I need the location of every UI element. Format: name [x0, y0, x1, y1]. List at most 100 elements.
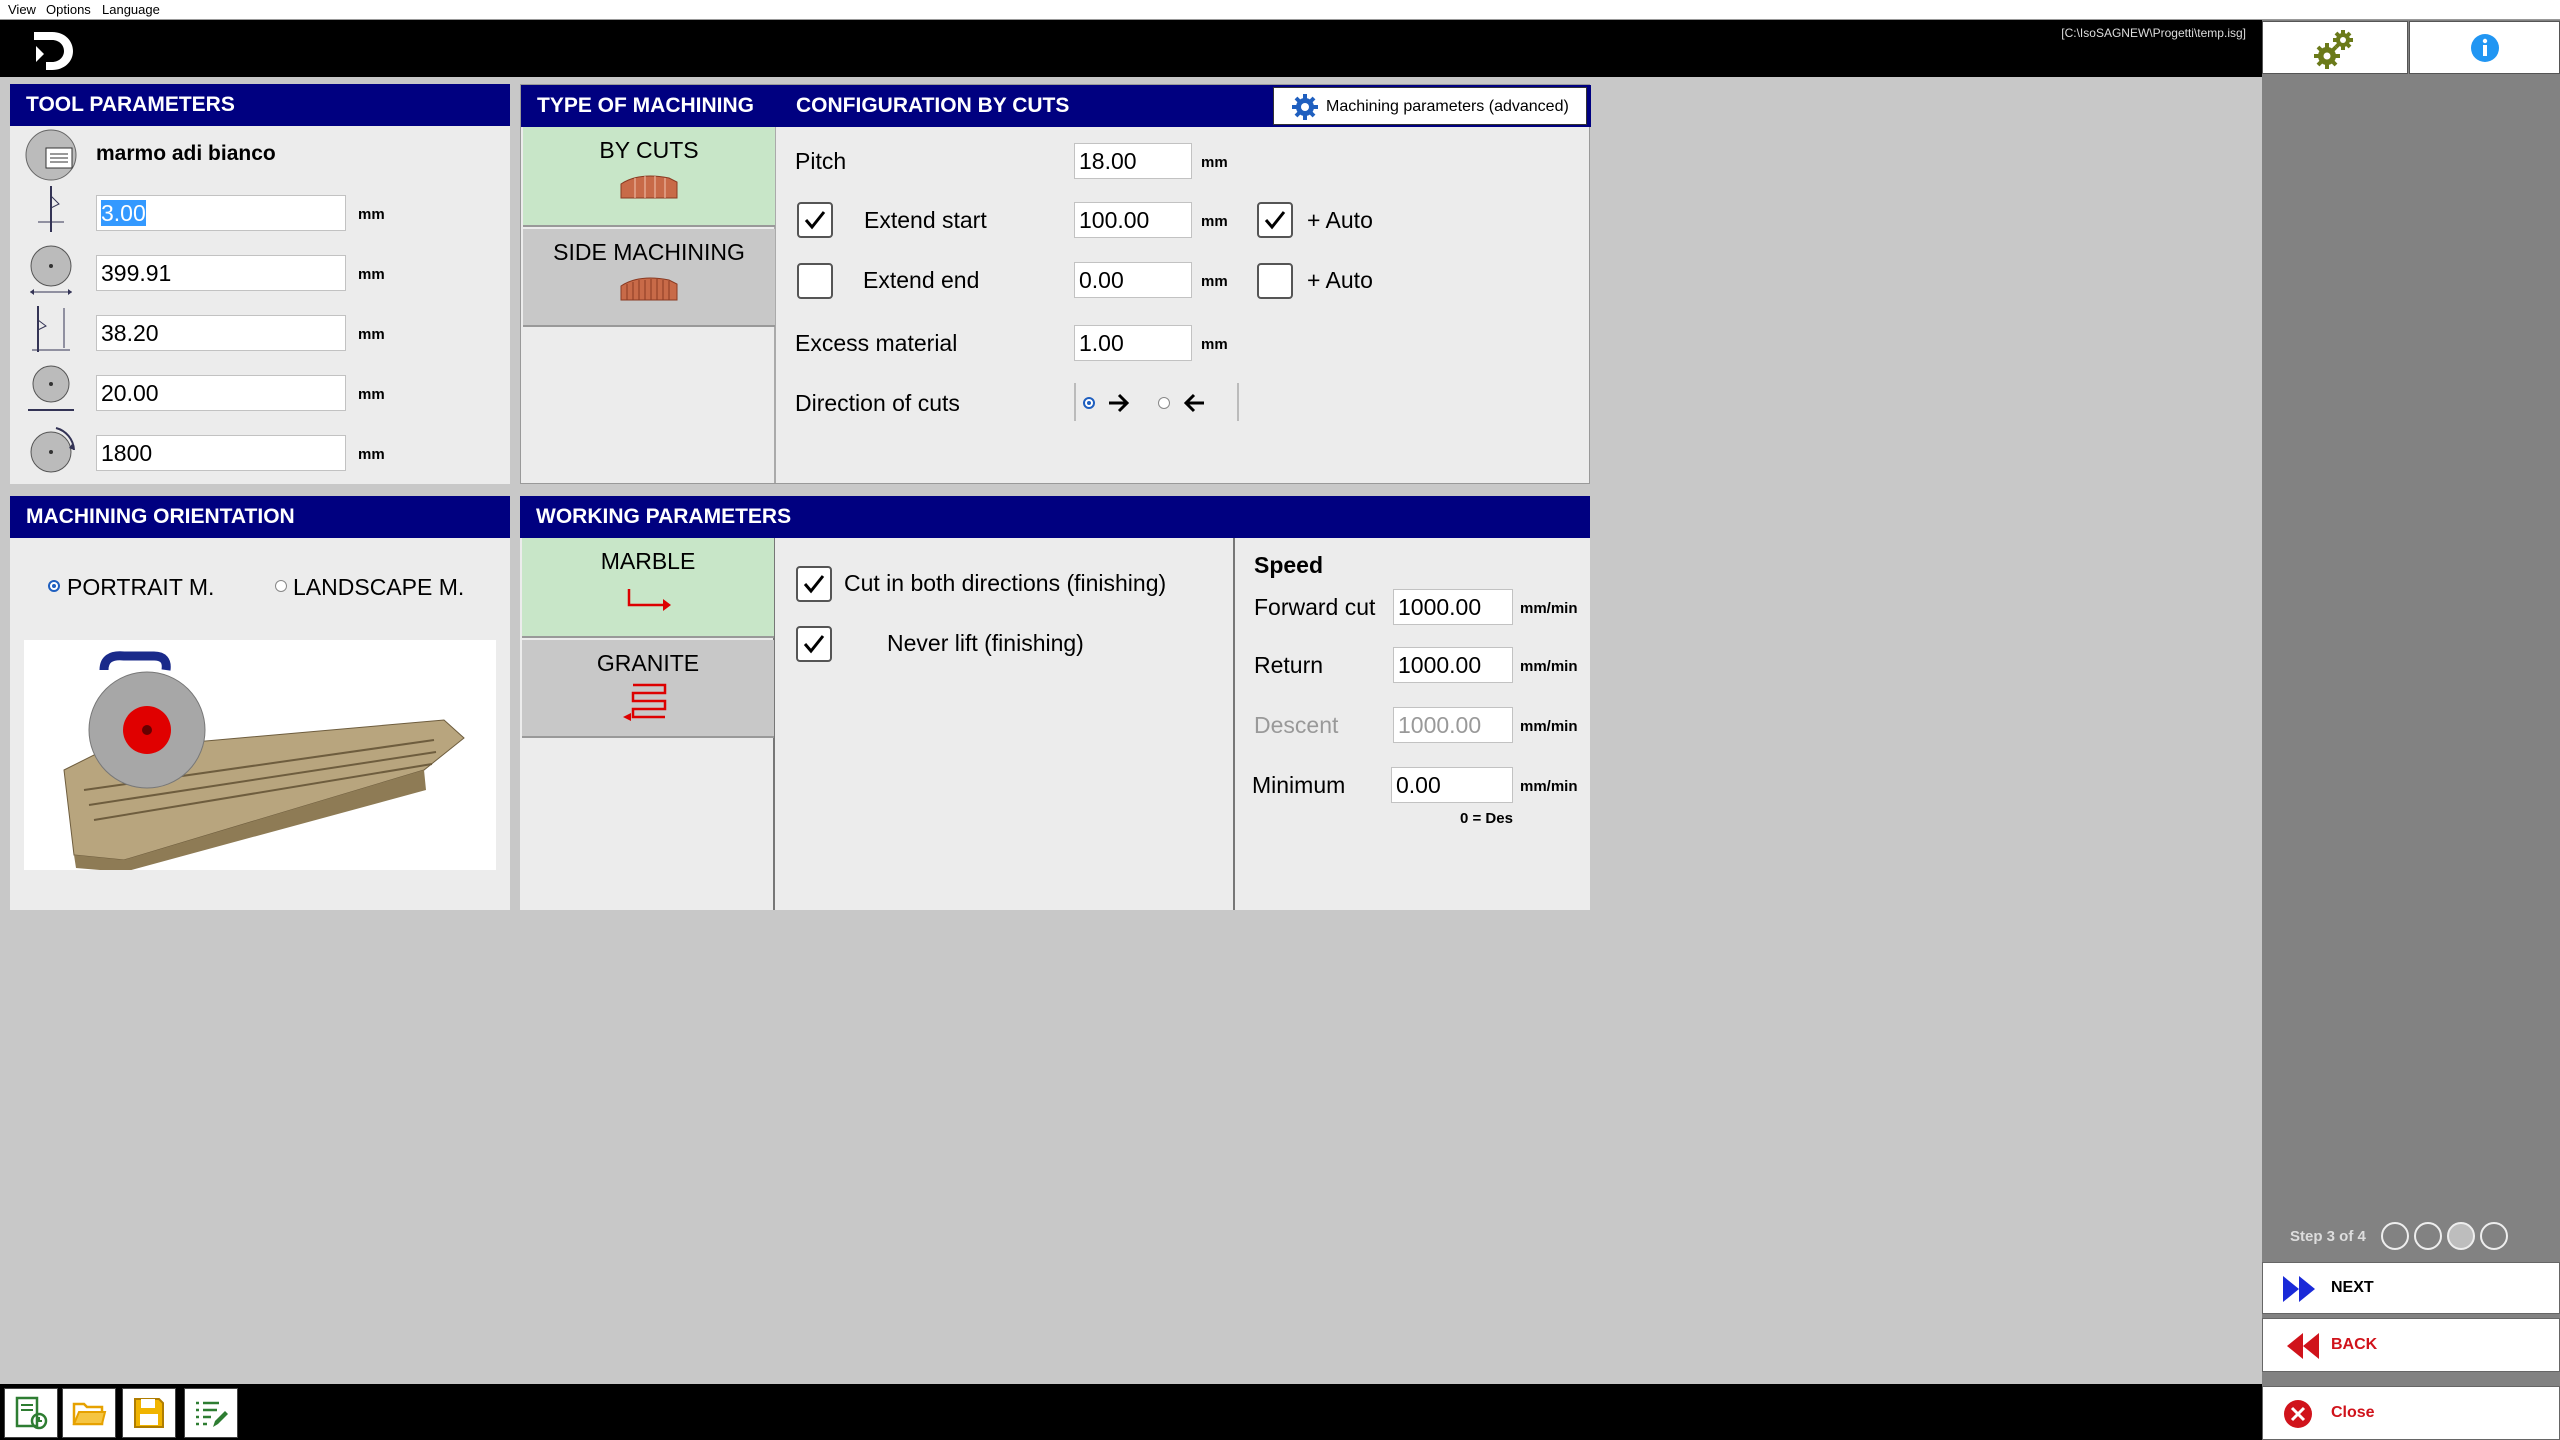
divider: [1237, 383, 1239, 421]
direction-right-radio[interactable]: [1083, 397, 1095, 409]
unit-label: mm: [1201, 213, 1228, 230]
auto-end-checkbox[interactable]: [1257, 263, 1293, 299]
rotation-speed-icon: [24, 422, 78, 476]
menu-view[interactable]: View: [8, 2, 36, 17]
extend-start-input[interactable]: 100.00: [1074, 202, 1192, 238]
forward-cut-input[interactable]: 1000.00: [1393, 589, 1513, 625]
excess-material-input[interactable]: 1.00: [1074, 325, 1192, 361]
tool-icon: [24, 128, 78, 182]
save-icon: [134, 1398, 164, 1428]
settings-button[interactable]: [2262, 21, 2408, 74]
bottom-toolbar: [0, 1384, 2262, 1440]
marble-cut-icon: [627, 589, 671, 611]
minimum-note: 0 = Des: [1460, 810, 1513, 827]
side-machining-icon: [620, 277, 678, 301]
step-dot-4: [2480, 1222, 2508, 1250]
never-lift-checkbox[interactable]: [796, 626, 832, 662]
open-file-button[interactable]: [62, 1388, 116, 1438]
flange-diameter-input[interactable]: 20.00: [96, 375, 346, 411]
unit-label: mm: [1201, 336, 1228, 353]
pitch-label: Pitch: [795, 148, 847, 174]
never-lift-label: Never lift (finishing): [887, 630, 1084, 656]
landscape-radio[interactable]: [275, 580, 287, 592]
step-dot-1: [2381, 1222, 2409, 1250]
by-cuts-label: BY CUTS: [599, 137, 699, 163]
extend-end-label: Extend end: [863, 267, 980, 293]
check-icon: [804, 211, 826, 230]
menu-language[interactable]: Language: [102, 2, 160, 17]
direction-label: Direction of cuts: [795, 390, 960, 416]
folder-open-icon: [72, 1402, 107, 1426]
file-path: [C:\IsoSAGNEW\Progetti\temp.isg]: [2061, 26, 2246, 40]
blade-thickness-input[interactable]: 3.00: [96, 195, 346, 231]
save-file-button[interactable]: [122, 1388, 176, 1438]
granite-label: GRANITE: [596, 650, 700, 676]
extend-end-input[interactable]: 0.00: [1074, 262, 1192, 298]
back-label: BACK: [2331, 1336, 2378, 1353]
speed-title: Speed: [1254, 552, 1324, 578]
cut-depth-icon: [24, 302, 78, 356]
marble-button[interactable]: MARBLE: [522, 538, 774, 638]
by-cuts-button[interactable]: BY CUTS: [523, 127, 775, 227]
minimum-label: Minimum: [1252, 772, 1346, 798]
rewind-icon: [2287, 1333, 2319, 1359]
descent-label: Descent: [1254, 712, 1339, 738]
orientation-preview: [24, 640, 496, 872]
side-machining-button[interactable]: SIDE MACHINING: [523, 229, 775, 327]
edit-list-button[interactable]: [184, 1388, 238, 1438]
portrait-radio[interactable]: [48, 580, 60, 592]
unit-label: mm: [1201, 154, 1228, 171]
check-icon: [803, 635, 825, 654]
tool-parameters-title: TOOL PARAMETERS: [10, 84, 510, 126]
blade-diameter-input[interactable]: 399.91: [96, 255, 346, 291]
back-button[interactable]: BACK: [2262, 1318, 2560, 1372]
step-label: Step 3 of 4: [2290, 1228, 2366, 1245]
divider: [1233, 538, 1235, 910]
advanced-parameters-button[interactable]: Machining parameters (advanced): [1273, 87, 1587, 125]
blade-thickness-icon: [24, 182, 78, 236]
next-label: NEXT: [2331, 1279, 2374, 1296]
unit-label: mm: [1201, 273, 1228, 290]
menu-options[interactable]: Options: [46, 2, 91, 17]
new-file-button[interactable]: [4, 1388, 58, 1438]
minimum-input[interactable]: 0.00: [1391, 767, 1513, 803]
saw-slab-illustration: [63, 651, 465, 872]
check-icon: [1264, 211, 1286, 230]
next-button[interactable]: NEXT: [2262, 1262, 2560, 1314]
advanced-parameters-label: Machining parameters (advanced): [1326, 98, 1569, 115]
gears-icon: [2314, 30, 2353, 69]
auto-start-label: + Auto: [1307, 207, 1373, 233]
flange-diameter-icon: [24, 362, 78, 416]
new-document-icon: [15, 1396, 48, 1430]
portrait-label[interactable]: PORTRAIT M.: [67, 574, 214, 601]
orientation-panel: MACHINING ORIENTATION PORTRAIT M. LANDSC…: [10, 496, 510, 910]
return-input[interactable]: 1000.00: [1393, 647, 1513, 683]
cut-depth-input[interactable]: 38.20: [96, 315, 346, 351]
descent-input: 1000.00: [1393, 707, 1513, 743]
pitch-input[interactable]: 18.00: [1074, 143, 1192, 179]
info-button[interactable]: [2409, 21, 2560, 74]
close-button[interactable]: Close: [2262, 1386, 2560, 1440]
auto-start-checkbox[interactable]: [1257, 202, 1293, 238]
step-dot-3-current: [2447, 1222, 2475, 1250]
direction-left-radio[interactable]: [1158, 397, 1170, 409]
extend-start-checkbox[interactable]: [797, 202, 833, 238]
gear-icon: [1292, 94, 1318, 120]
marble-label: MARBLE: [600, 548, 696, 574]
side-machining-label: SIDE MACHINING: [553, 239, 745, 265]
forward-cut-label: Forward cut: [1254, 594, 1376, 620]
landscape-label[interactable]: LANDSCAPE M.: [293, 574, 464, 601]
fast-forward-icon: [2283, 1276, 2315, 1302]
cut-both-directions-checkbox[interactable]: [796, 566, 832, 602]
step-dot-2: [2414, 1222, 2442, 1250]
granite-button[interactable]: GRANITE: [522, 640, 774, 738]
tool-name: marmo adi bianco: [96, 142, 276, 165]
unit-label: mm: [358, 326, 385, 343]
extend-start-label: Extend start: [864, 207, 987, 233]
extend-end-checkbox[interactable]: [797, 263, 833, 299]
auto-end-label: + Auto: [1307, 267, 1373, 293]
orientation-title: MACHINING ORIENTATION: [10, 496, 510, 538]
rotation-speed-input[interactable]: 1800: [96, 435, 346, 471]
unit-label: mm/min: [1520, 718, 1578, 735]
granite-cut-icon: [623, 683, 667, 721]
